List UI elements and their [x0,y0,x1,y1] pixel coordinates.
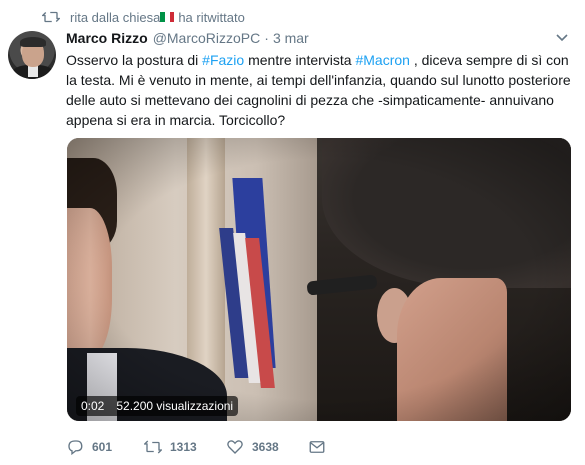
tweet-header: Marco Rizzo @MarcoRizzoPC · 3 mar [66,30,309,46]
like-count: 3638 [252,440,279,454]
retweet-small-icon [42,11,60,23]
retweet-action-label: ha ritwittato [178,9,245,25]
direct-message-icon [309,441,325,453]
avatar[interactable] [8,31,56,79]
tweet-text-part: Osservo la postura di [66,52,203,68]
hashtag-link[interactable]: #Macron [355,52,409,68]
author-name[interactable]: Marco Rizzo [66,30,148,46]
author-handle[interactable]: @MarcoRizzoPC [153,30,261,46]
retweet-icon [144,440,162,454]
chevron-down-icon[interactable] [556,34,568,42]
like-icon [227,440,243,454]
retweet-button[interactable]: 1313 [144,438,226,456]
reply-button[interactable]: 601 [66,438,144,456]
video-info-badge: 0:02 52.200 visualizzazioni [76,396,239,416]
retweet-context: rita dalla chiesa ha ritwittato [42,8,245,26]
like-button[interactable]: 3638 [226,438,308,456]
retweet-count: 1313 [170,440,197,454]
reply-count: 601 [92,440,113,454]
reply-icon [68,440,83,456]
video-views: 52.200 visualizzazioni [116,399,234,413]
tweet-text: Osservo la postura di #Fazio mentre inte… [66,50,571,130]
video-player[interactable] [67,138,571,421]
tweet-date[interactable]: 3 mar [273,30,309,46]
italy-flag-icon [160,12,175,22]
tweet-actions: 601 1313 3638 [66,434,326,460]
direct-message-button[interactable] [308,438,326,456]
separator-dot: · [264,30,269,46]
retweeter-name[interactable]: rita dalla chiesa [70,10,160,25]
hashtag-link[interactable]: #Fazio [202,52,244,68]
tweet-text-part: mentre intervista [244,52,356,68]
video-time: 0:02 [81,399,105,413]
